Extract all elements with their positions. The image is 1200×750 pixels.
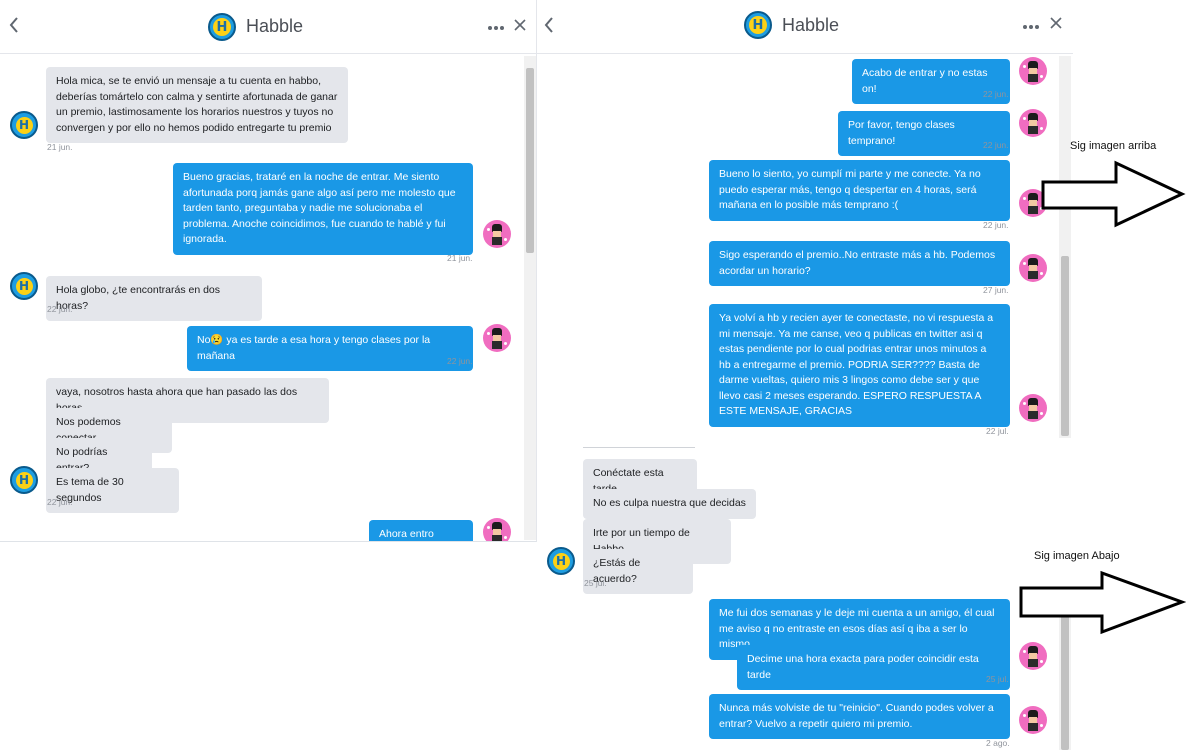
message-timestamp: 25 jul. [986, 674, 1009, 684]
message-timestamp: 22 jun. [983, 140, 1009, 150]
message-outgoing: Bueno gracias, trataré en la noche de en… [173, 163, 473, 255]
more-options-button[interactable] [1023, 17, 1039, 35]
message-incoming: Hola mica, se te envió un mensaje a tu c… [46, 67, 348, 143]
more-horizontal-icon [488, 26, 504, 30]
user-avatar [483, 518, 511, 541]
habble-avatar: H [10, 111, 38, 139]
close-icon [514, 19, 526, 31]
back-button[interactable] [8, 15, 26, 39]
message-outgoing: Decime una hora exacta para poder coinci… [737, 645, 1010, 690]
note-top: Sig imagen arriba [1070, 140, 1157, 152]
user-avatar [1019, 109, 1047, 137]
message-timestamp: 22 jun. [983, 220, 1009, 230]
user-avatar [1019, 706, 1047, 734]
message-incoming: No es culpa nuestra que decidas [583, 489, 756, 519]
message-timestamp: 22 jun. [47, 304, 73, 314]
chevron-left-icon [9, 17, 18, 33]
habble-logo: H [744, 11, 772, 39]
message-incoming: Hola globo, ¿te encontrarás en dos horas… [46, 276, 262, 321]
message-timestamp: 21 jun. [447, 253, 473, 263]
message-outgoing: No😢 ya es tarde a esa hora y tengo clase… [187, 326, 473, 371]
chat-header: H Habble [537, 0, 1073, 54]
chevron-left-icon [544, 17, 553, 33]
message-timestamp: 2 ago. [986, 738, 1010, 748]
scrollbar-thumb[interactable] [526, 68, 534, 253]
right-arrow-icon [1019, 570, 1186, 635]
message-outgoing: Sigo esperando el premio..No entraste má… [709, 241, 1010, 286]
message-outgoing: Bueno lo siento, yo cumplí mi parte y me… [709, 160, 1010, 221]
scrollbar[interactable] [1059, 56, 1071, 438]
message-timestamp: 27 jun. [983, 285, 1009, 295]
message-timestamp: 21 jun. [47, 142, 73, 152]
more-options-button[interactable] [488, 18, 504, 36]
note-bottom: Sig imagen Abajo [1034, 550, 1120, 562]
scrollbar[interactable] [524, 56, 536, 540]
habble-avatar: H [10, 466, 38, 494]
user-avatar [1019, 57, 1047, 85]
user-avatar [483, 220, 511, 248]
message-outgoing: Ya volví a hb y recien ayer te conectast… [709, 304, 1010, 427]
habble-avatar: H [10, 272, 38, 300]
divider [583, 447, 695, 448]
close-button[interactable] [1050, 13, 1062, 34]
chat-title: Habble [782, 15, 840, 35]
chat-window-right: H Habble Acabo de entrar y no estas on! … [537, 0, 1073, 750]
message-outgoing: Nunca más volviste de tu "reinicio". Cua… [709, 694, 1010, 739]
user-avatar [1019, 642, 1047, 670]
close-icon [1050, 17, 1062, 29]
user-avatar [1019, 254, 1047, 282]
message-timestamp: 22 jul. [986, 426, 1009, 436]
user-avatar [483, 324, 511, 352]
back-button[interactable] [543, 15, 561, 39]
message-timestamp: 22 jun. [47, 497, 73, 507]
chat-window-left: H Habble Hola mica, se te envió un mensa… [0, 0, 537, 542]
more-horizontal-icon [1023, 25, 1039, 29]
close-button[interactable] [514, 15, 526, 36]
message-outgoing: Ahora entro rapido [369, 520, 473, 541]
habble-logo: H [208, 13, 236, 41]
message-timestamp: 22 jun. [983, 89, 1009, 99]
habble-avatar: H [547, 547, 575, 575]
chat-header: H Habble [0, 0, 536, 54]
chat-title: Habble [246, 16, 304, 36]
right-arrow-icon [1041, 160, 1186, 228]
scrollbar-thumb[interactable] [1061, 256, 1069, 436]
user-avatar [1019, 394, 1047, 422]
message-timestamp: 22 jun. [447, 356, 473, 366]
message-timestamp: 25 jul. [584, 578, 607, 588]
